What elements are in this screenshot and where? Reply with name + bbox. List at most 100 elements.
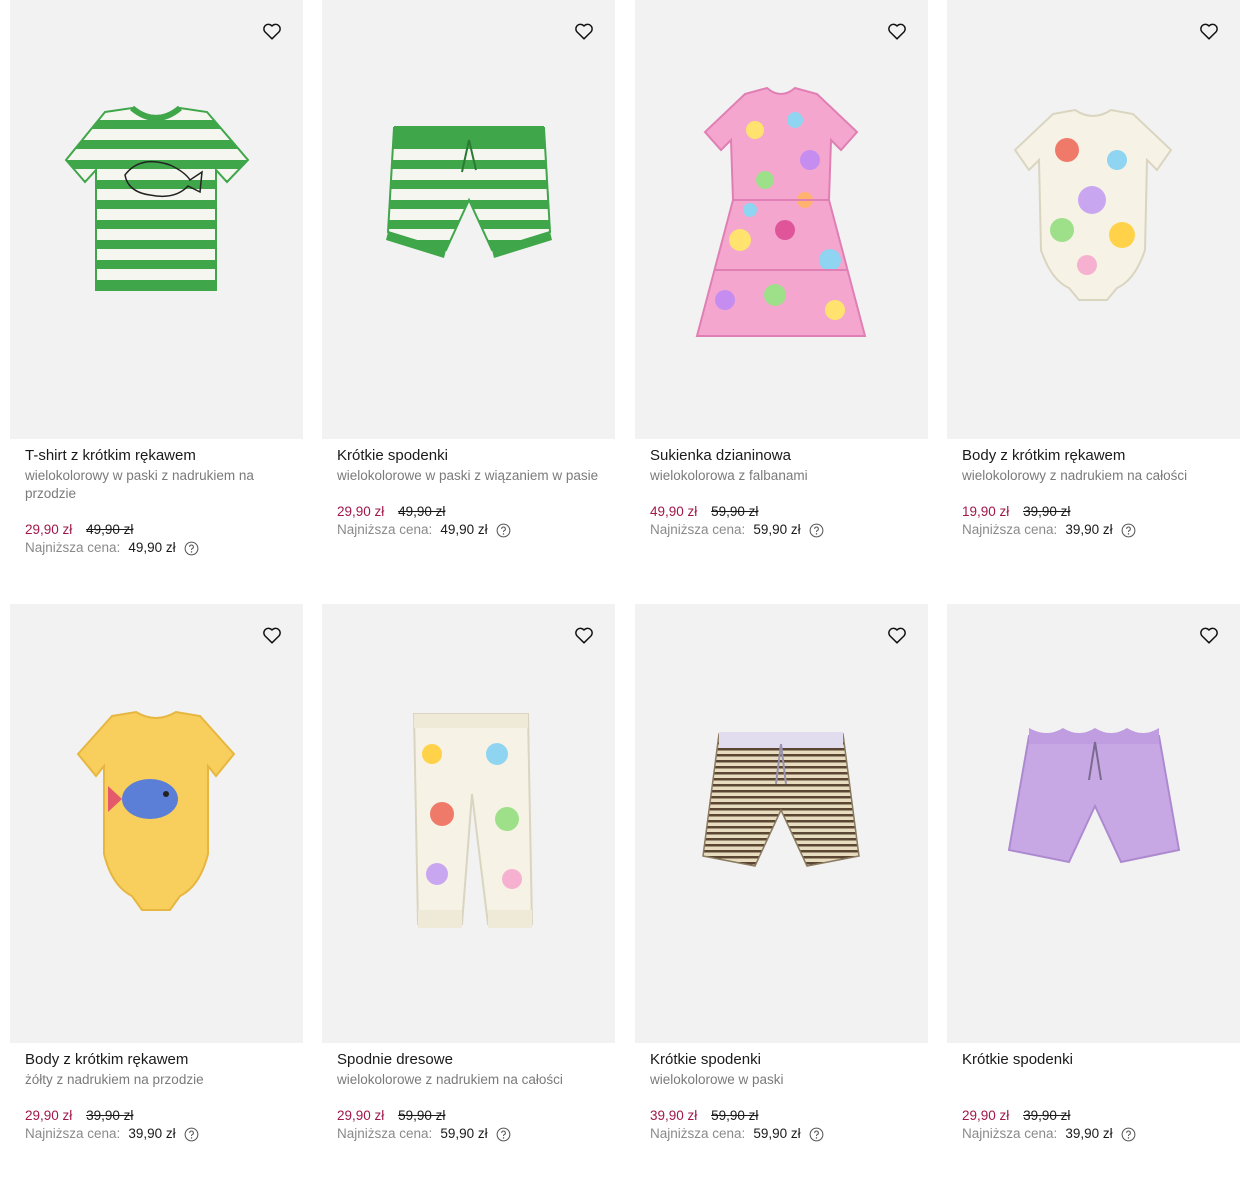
price-row: 49,90 zł 59,90 zł — [650, 503, 913, 521]
price-row: 29,90 zł 39,90 zł — [962, 1107, 1225, 1125]
sale-price: 29,90 zł — [25, 1108, 73, 1123]
product-description: wielokolorowy z nadrukiem na całości — [962, 468, 1188, 483]
favorite-button[interactable] — [886, 624, 908, 646]
favorite-button[interactable] — [261, 20, 283, 42]
printed-bodysuit-image — [1013, 108, 1173, 301]
product-image[interactable] — [322, 0, 615, 439]
question-circle-icon[interactable] — [809, 1127, 824, 1142]
lowest-price-value: 39,90 zł — [1065, 1126, 1113, 1141]
original-price: 49,90 zł — [398, 504, 446, 519]
price-row: 19,90 zł 39,90 zł — [962, 503, 1225, 521]
purple-shorts-image — [1007, 728, 1181, 864]
heart-icon — [888, 627, 906, 644]
product-name[interactable]: Sukienka dzianinowa — [650, 446, 913, 466]
sale-price: 39,90 zł — [650, 1108, 698, 1123]
product-name[interactable]: T-shirt z krótkim rękawem — [25, 446, 288, 466]
price-row: 29,90 zł 49,90 zł — [337, 503, 600, 521]
lowest-price-row: Najniższa cena: 39,90 zł — [962, 521, 1225, 539]
product-card[interactable]: T-shirt z krótkim rękawem wielokolorowy … — [10, 0, 303, 557]
lowest-price-label: Najniższa cena: — [962, 522, 1058, 537]
favorite-button[interactable] — [1198, 20, 1220, 42]
product-image[interactable] — [322, 604, 615, 1043]
lowest-price-value: 39,90 zł — [128, 1126, 176, 1141]
product-name[interactable]: Krótkie spodenki — [962, 1050, 1225, 1070]
printed-joggers-image — [412, 713, 534, 928]
lowest-price-row: Najniższa cena: 49,90 zł — [25, 539, 288, 557]
lowest-price-value: 59,90 zł — [753, 522, 801, 537]
heart-icon — [575, 627, 593, 644]
yellow-bodysuit-image — [76, 710, 236, 911]
product-card[interactable]: Krótkie spodenki wielokolorowe w paski z… — [322, 0, 615, 539]
favorite-button[interactable] — [261, 624, 283, 646]
product-card[interactable]: Sukienka dzianinowa wielokolorowa z falb… — [635, 0, 928, 539]
question-circle-icon[interactable] — [496, 523, 511, 538]
original-price: 39,90 zł — [1023, 1108, 1071, 1123]
lowest-price-row: Najniższa cena: 59,90 zł — [337, 1125, 600, 1143]
original-price: 59,90 zł — [398, 1108, 446, 1123]
product-image[interactable] — [947, 0, 1240, 439]
favorite-button[interactable] — [886, 20, 908, 42]
product-description: wielokolorowy w paski z nadrukiem na prz… — [25, 468, 254, 501]
product-description — [962, 1071, 1225, 1089]
heart-icon — [1200, 23, 1218, 40]
product-description: wielokolorowe z nadrukiem na całości — [337, 1072, 563, 1087]
product-description: wielokolorowe w paski — [650, 1072, 784, 1087]
product-name[interactable]: Krótkie spodenki — [650, 1050, 913, 1070]
product-name[interactable]: Body z krótkim rękawem — [962, 446, 1225, 466]
question-circle-icon[interactable] — [1121, 523, 1136, 538]
heart-icon — [263, 627, 281, 644]
lowest-price-row: Najniższa cena: 49,90 zł — [337, 521, 600, 539]
product-name[interactable]: Body z krótkim rękawem — [25, 1050, 288, 1070]
lowest-price-label: Najniższa cena: — [650, 1126, 746, 1141]
price-row: 29,90 zł 39,90 zł — [25, 1107, 288, 1125]
lowest-price-label: Najniższa cena: — [650, 522, 746, 537]
product-image[interactable] — [10, 604, 303, 1043]
product-image[interactable] — [635, 604, 928, 1043]
product-card[interactable]: Spodnie dresowe wielokolorowe z nadrukie… — [322, 604, 615, 1143]
lowest-price-label: Najniższa cena: — [337, 522, 433, 537]
product-grid: T-shirt z krótkim rękawem wielokolorowy … — [0, 0, 1250, 1190]
product-card[interactable]: Krótkie spodenki 29,90 zł 39,90 zł Najni… — [947, 604, 1240, 1143]
lowest-price-value: 49,90 zł — [128, 540, 176, 555]
question-circle-icon[interactable] — [496, 1127, 511, 1142]
lowest-price-value: 59,90 zł — [440, 1126, 488, 1141]
lowest-price-row: Najniższa cena: 59,90 zł — [650, 1125, 913, 1143]
product-name[interactable]: Spodnie dresowe — [337, 1050, 600, 1070]
heart-icon — [263, 23, 281, 40]
striped-shorts-image — [386, 126, 552, 258]
favorite-button[interactable] — [573, 624, 595, 646]
sale-price: 29,90 zł — [337, 1108, 385, 1123]
lowest-price-value: 49,90 zł — [440, 522, 488, 537]
product-card[interactable]: Body z krótkim rękawem wielokolorowy z n… — [947, 0, 1240, 539]
favorite-button[interactable] — [1198, 624, 1220, 646]
lowest-price-row: Najniższa cena: 39,90 zł — [962, 1125, 1225, 1143]
lowest-price-label: Najniższa cena: — [962, 1126, 1058, 1141]
original-price: 49,90 zł — [86, 522, 134, 537]
product-image[interactable] — [10, 0, 303, 439]
product-card[interactable]: Body z krótkim rękawem żółty z nadrukiem… — [10, 604, 303, 1143]
lowest-price-row: Najniższa cena: 59,90 zł — [650, 521, 913, 539]
question-circle-icon[interactable] — [184, 541, 199, 556]
price-row: 39,90 zł 59,90 zł — [650, 1107, 913, 1125]
product-image[interactable] — [947, 604, 1240, 1043]
product-card[interactable]: Krótkie spodenki wielokolorowe w paski 3… — [635, 604, 928, 1143]
question-circle-icon[interactable] — [1121, 1127, 1136, 1142]
original-price: 59,90 zł — [711, 504, 759, 519]
product-image[interactable] — [635, 0, 928, 439]
brown-striped-shorts-image — [702, 732, 860, 867]
floral-dress-image — [695, 86, 867, 337]
striped-tshirt-image — [64, 105, 250, 291]
lowest-price-value: 59,90 zł — [753, 1126, 801, 1141]
original-price: 39,90 zł — [86, 1108, 134, 1123]
sale-price: 49,90 zł — [650, 504, 698, 519]
favorite-button[interactable] — [573, 20, 595, 42]
lowest-price-label: Najniższa cena: — [337, 1126, 433, 1141]
lowest-price-value: 39,90 zł — [1065, 522, 1113, 537]
sale-price: 19,90 zł — [962, 504, 1010, 519]
sale-price: 29,90 zł — [962, 1108, 1010, 1123]
heart-icon — [888, 23, 906, 40]
question-circle-icon[interactable] — [809, 523, 824, 538]
product-name[interactable]: Krótkie spodenki — [337, 446, 600, 466]
price-row: 29,90 zł 59,90 zł — [337, 1107, 600, 1125]
question-circle-icon[interactable] — [184, 1127, 199, 1142]
